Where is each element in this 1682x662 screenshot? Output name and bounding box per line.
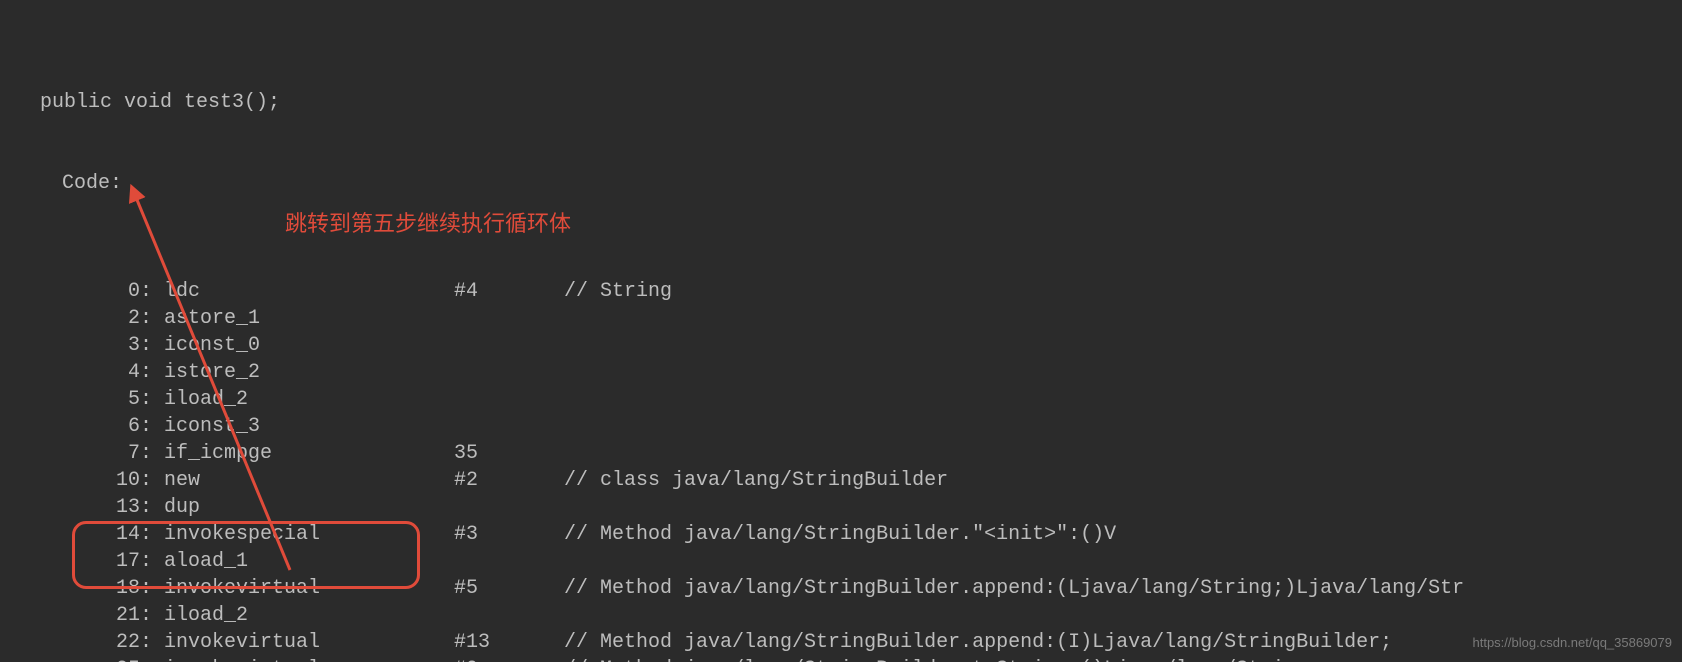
bytecode-line: 7: if_icmpge35 — [0, 440, 1682, 467]
colon: : — [140, 629, 164, 656]
bytecode-line: 2: astore_1 — [0, 305, 1682, 332]
bytecode-line: 4: istore_2 — [0, 359, 1682, 386]
offset: 21 — [0, 602, 140, 629]
bytecode-line: 13: dup — [0, 494, 1682, 521]
argument: #4 — [454, 278, 564, 305]
comment: // class java/lang/StringBuilder — [564, 467, 1682, 494]
opcode: new — [164, 467, 454, 494]
opcode: iconst_0 — [164, 332, 454, 359]
bytecode-line: 17: aload_1 — [0, 548, 1682, 575]
offset: 17 — [0, 548, 140, 575]
bytecode-line: 3: iconst_0 — [0, 332, 1682, 359]
argument — [454, 359, 564, 386]
colon: : — [140, 413, 164, 440]
colon: : — [140, 521, 164, 548]
watermark: https://blog.csdn.net/qq_35869079 — [1473, 629, 1673, 656]
opcode: iload_2 — [164, 386, 454, 413]
argument — [454, 332, 564, 359]
opcode: invokespecial — [164, 521, 454, 548]
opcode: invokevirtual — [164, 575, 454, 602]
colon: : — [140, 548, 164, 575]
comment — [564, 305, 1682, 332]
comment — [564, 332, 1682, 359]
bytecode-line: 0: ldc#4// String — [0, 278, 1682, 305]
argument: #3 — [454, 521, 564, 548]
comment: // Method java/lang/StringBuilder.append… — [564, 575, 1682, 602]
opcode: iload_2 — [164, 602, 454, 629]
comment — [564, 602, 1682, 629]
offset: 13 — [0, 494, 140, 521]
argument: #13 — [454, 629, 564, 656]
argument — [454, 494, 564, 521]
argument — [454, 386, 564, 413]
argument — [454, 548, 564, 575]
opcode: astore_1 — [164, 305, 454, 332]
bytecode-line: 10: new#2// class java/lang/StringBuilde… — [0, 467, 1682, 494]
comment — [564, 386, 1682, 413]
bytecode-line: 5: iload_2 — [0, 386, 1682, 413]
opcode: aload_1 — [164, 548, 454, 575]
opcode: istore_2 — [164, 359, 454, 386]
bytecode-listing: public void test3(); Code: 0: ldc#4// St… — [0, 0, 1682, 662]
opcode: invokevirtual — [164, 656, 454, 662]
opcode: dup — [164, 494, 454, 521]
annotation-text: 跳转到第五步继续执行循环体 — [285, 210, 571, 237]
colon: : — [140, 656, 164, 662]
offset: 2 — [0, 305, 140, 332]
comment: // Method java/lang/StringBuilder."<init… — [564, 521, 1682, 548]
comment — [564, 440, 1682, 467]
bytecode-line: 18: invokevirtual#5// Method java/lang/S… — [0, 575, 1682, 602]
method-signature: public void test3(); — [0, 89, 1682, 116]
offset: 18 — [0, 575, 140, 602]
comment — [564, 548, 1682, 575]
comment: // String — [564, 278, 1682, 305]
offset: 10 — [0, 467, 140, 494]
bytecode-line: 25: invokevirtual#9// Method java/lang/S… — [0, 656, 1682, 662]
bytecode-line: 21: iload_2 — [0, 602, 1682, 629]
offset: 25 — [0, 656, 140, 662]
opcode: if_icmpge — [164, 440, 454, 467]
argument — [454, 305, 564, 332]
offset: 7 — [0, 440, 140, 467]
comment — [564, 494, 1682, 521]
argument — [454, 413, 564, 440]
offset: 14 — [0, 521, 140, 548]
argument — [454, 602, 564, 629]
argument: #9 — [454, 656, 564, 662]
offset: 6 — [0, 413, 140, 440]
bytecode-line: 14: invokespecial#3// Method java/lang/S… — [0, 521, 1682, 548]
colon: : — [140, 602, 164, 629]
colon: : — [140, 575, 164, 602]
comment: // Method java/lang/StringBuilder.toStri… — [564, 656, 1682, 662]
offset: 5 — [0, 386, 140, 413]
argument: #5 — [454, 575, 564, 602]
code-label: Code: — [0, 170, 1682, 197]
colon: : — [140, 494, 164, 521]
colon: : — [140, 467, 164, 494]
colon: : — [140, 359, 164, 386]
colon: : — [140, 278, 164, 305]
opcode: iconst_3 — [164, 413, 454, 440]
offset: 3 — [0, 332, 140, 359]
argument: 35 — [454, 440, 564, 467]
bytecode-line: 22: invokevirtual#13// Method java/lang/… — [0, 629, 1682, 656]
colon: : — [140, 386, 164, 413]
opcode: ldc — [164, 278, 454, 305]
opcode: invokevirtual — [164, 629, 454, 656]
colon: : — [140, 440, 164, 467]
offset: 0 — [0, 278, 140, 305]
colon: : — [140, 305, 164, 332]
comment — [564, 359, 1682, 386]
bytecode-line: 6: iconst_3 — [0, 413, 1682, 440]
colon: : — [140, 332, 164, 359]
offset: 4 — [0, 359, 140, 386]
comment — [564, 413, 1682, 440]
offset: 22 — [0, 629, 140, 656]
argument: #2 — [454, 467, 564, 494]
